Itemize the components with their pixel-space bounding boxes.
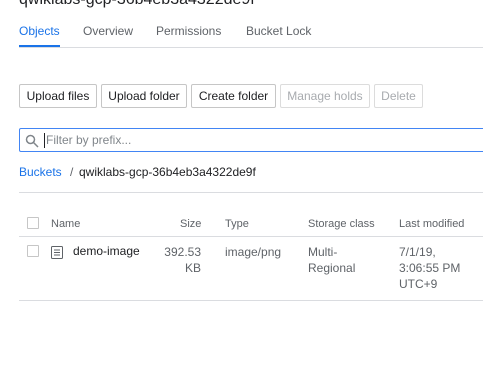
filter-box[interactable] (19, 128, 483, 152)
column-header-name[interactable]: Name (51, 218, 80, 230)
breadcrumb-buckets-link[interactable]: Buckets (19, 165, 62, 179)
tab-overview[interactable]: Overview (83, 24, 133, 38)
column-header-size[interactable]: Size (180, 218, 201, 230)
column-header-last-modified[interactable]: Last modified (399, 218, 464, 230)
column-header-type[interactable]: Type (225, 218, 249, 230)
tab-objects[interactable]: Objects (19, 24, 60, 38)
last-modified-line-1: 7/1/19, (399, 245, 436, 259)
tab-bucket-lock[interactable]: Bucket Lock (246, 24, 311, 38)
storage-class-line-2: Regional (308, 261, 356, 275)
column-header-storage-class[interactable]: Storage class (308, 218, 375, 230)
file-storage-class: Multi- Regional (308, 244, 355, 276)
file-name-link[interactable]: demo-image (73, 244, 140, 258)
table-header-divider (19, 236, 483, 237)
tabs-divider (19, 47, 483, 48)
storage-class-line-1: Multi- (308, 245, 338, 259)
file-size-unit: KB (184, 261, 201, 275)
file-last-modified: 7/1/19, 3:06:55 PM UTC+9 (399, 244, 460, 292)
breadcrumb-separator: / (70, 165, 74, 179)
search-icon (25, 134, 39, 148)
manage-holds-button[interactable]: Manage holds (280, 84, 370, 108)
upload-files-button[interactable]: Upload files (19, 84, 97, 108)
file-size-value: 392.53 (164, 245, 201, 259)
text-cursor (44, 133, 45, 148)
last-modified-line-2: 3:06:55 PM (399, 261, 461, 275)
breadcrumb-current-bucket: qwiklabs-gcp-36b4eb3a4322de9f (79, 165, 256, 179)
breadcrumb-divider (19, 192, 483, 193)
file-type: image/png (225, 245, 282, 259)
create-folder-button[interactable]: Create folder (191, 84, 276, 108)
last-modified-line-3: UTC+9 (399, 277, 438, 291)
upload-folder-button[interactable]: Upload folder (101, 84, 187, 108)
delete-button[interactable]: Delete (374, 84, 423, 108)
file-icon (51, 246, 63, 259)
row-checkbox[interactable] (27, 245, 39, 257)
select-all-checkbox[interactable] (27, 217, 39, 229)
tab-permissions[interactable]: Permissions (156, 24, 221, 38)
table-row-divider (19, 300, 483, 301)
filter-input[interactable] (46, 130, 476, 150)
bucket-title: qwiklabs-gcp-36b4eb3a4322de9f (19, 0, 255, 9)
file-size: 392.53 KB (150, 244, 201, 276)
